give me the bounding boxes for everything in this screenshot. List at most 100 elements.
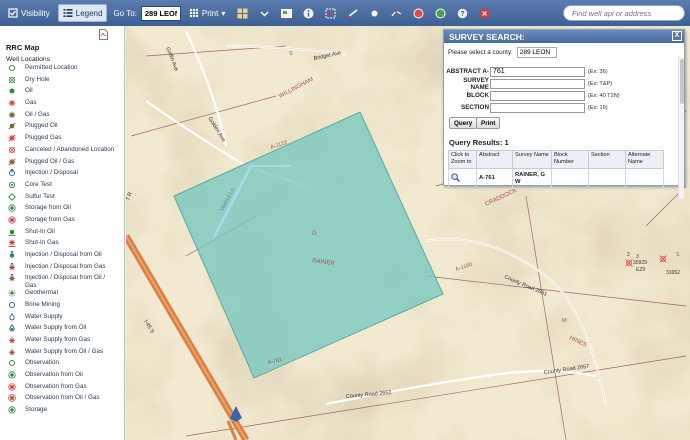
circle-outline-icon	[8, 64, 16, 72]
block-row: BLOCK (Ex: 40 T2N)	[444, 90, 620, 101]
legend-title: RRC Map	[6, 43, 40, 52]
info-icon	[303, 8, 314, 18]
legend-item: Shut-In Gas	[0, 239, 124, 251]
abstract-label: ABSTRACT A-	[446, 68, 489, 75]
pdf-icon[interactable]	[99, 29, 108, 40]
well-marker[interactable]	[625, 259, 633, 267]
legend-item: Water Supply from Oil / Gas	[0, 348, 124, 360]
legend-item: Oil / Gas	[0, 111, 124, 123]
well-sub-label: EZ9	[636, 267, 645, 273]
query-results-heading: Query Results: 1	[449, 138, 509, 147]
list-icon	[63, 9, 73, 17]
draw-point-button[interactable]	[365, 4, 383, 22]
well-number-label: 2	[627, 252, 630, 258]
drop-dot-star-icon	[8, 348, 16, 356]
legend-item-label: Geothermal	[25, 289, 58, 297]
draw-line-button[interactable]	[387, 4, 405, 22]
alternate-name-cell	[625, 168, 664, 189]
legend-item: Plugged Oil / Gas	[0, 158, 124, 170]
survey-label-g: G	[312, 231, 317, 237]
section-label: SECTION	[461, 104, 489, 111]
star-slash-icon	[8, 134, 16, 142]
legend-item-label: Canceled / Abandoned Location	[25, 145, 115, 153]
legend-item-label: Injection / Disposal from Gas	[25, 262, 106, 270]
legend-item: Injection / Disposal	[0, 169, 124, 181]
buffer-tool-button[interactable]	[409, 4, 427, 22]
legend-item-label: Storage from Oil	[25, 204, 71, 212]
print-icon	[189, 8, 199, 18]
print-button[interactable]: Print ▾	[185, 4, 229, 22]
locate-tool-button[interactable]	[431, 4, 449, 22]
table-row[interactable]: A-761 RAINER, G W	[448, 168, 664, 189]
block-input[interactable]	[490, 90, 585, 101]
section-input[interactable]	[490, 102, 585, 113]
legend-item-label: Injection / Disposal from Oil / Gas	[25, 274, 106, 289]
dropdown-tool-button[interactable]	[255, 4, 273, 22]
legend-item-label: Water Supply	[25, 312, 63, 320]
legend-item-label: Observation	[25, 359, 59, 367]
goto-input[interactable]	[140, 5, 181, 21]
circle-dot-icon	[8, 181, 16, 189]
circle-outline-cross-icon	[8, 146, 16, 154]
print-label: Print	[201, 8, 219, 18]
legend-button[interactable]: Legend	[57, 4, 108, 22]
county-select[interactable]	[516, 46, 557, 58]
column-header: Survey Name	[512, 150, 552, 169]
legend-item-label: Oil	[25, 87, 33, 95]
help-button[interactable]: ?	[453, 4, 471, 22]
legend-item-label: Oil / Gas	[25, 110, 50, 118]
overview-tool-button[interactable]	[277, 4, 295, 22]
legend-item: Observation from Oil	[0, 371, 124, 383]
circle-outline-icon	[8, 359, 16, 367]
well-marker[interactable]	[659, 255, 667, 263]
visibility-button[interactable]: Visibility	[4, 4, 54, 22]
circle-outline-icon	[8, 301, 16, 309]
county-row: Please select a county:	[448, 46, 680, 58]
ring-star-icon	[8, 383, 16, 391]
scrollbar-thumb[interactable]	[680, 59, 684, 104]
county-label: Please select a county:	[448, 48, 513, 56]
ring-star-icon	[8, 216, 16, 224]
grid-tool-button[interactable]	[233, 4, 251, 22]
arrow-dot-star-icon	[8, 274, 16, 282]
zoom-magnifier-icon[interactable]	[451, 172, 460, 182]
legend-item-label: Observation from Gas	[25, 382, 87, 390]
select-tool-button[interactable]	[321, 4, 339, 22]
star-icon	[8, 99, 16, 107]
survey-name-input[interactable]	[490, 78, 585, 89]
chevron-down-icon: ▾	[221, 8, 226, 18]
legend-item: Sulfur Test	[0, 193, 124, 205]
legend-item: Water Supply from Gas	[0, 336, 124, 348]
survey-label-m: M	[562, 318, 567, 324]
survey-name-label: SURVEY NAME	[463, 76, 489, 91]
legend-item: Observation from Oil / Gas	[0, 394, 124, 406]
well-search-input[interactable]	[563, 5, 685, 21]
legend-panel: RRC Map Well Locations Permitted Locatio…	[0, 26, 125, 440]
identify-tool-button[interactable]	[299, 4, 317, 22]
sun-icon	[8, 289, 16, 297]
drop-star-icon	[8, 336, 16, 344]
measure-tool-button[interactable]	[343, 4, 361, 22]
legend-item: Shut-In Oil	[0, 228, 124, 240]
clear-button[interactable]	[475, 4, 493, 22]
dialog-header[interactable]: SURVEY SEARCH: X	[444, 30, 684, 43]
query-button[interactable]: Query	[449, 117, 478, 129]
legend-item: Permitted Location	[0, 64, 124, 76]
dialog-scrollbar[interactable]	[678, 57, 684, 199]
dot-slash-icon	[8, 122, 16, 130]
survey-name-hint: (Ex: T&P)	[588, 80, 613, 87]
print-results-button[interactable]: Print	[476, 117, 501, 129]
legend-item-label: Injection / Disposal	[25, 169, 78, 177]
arrow-star-icon	[8, 262, 16, 271]
abstract-input[interactable]	[490, 66, 585, 77]
layers-icon	[8, 8, 18, 18]
column-header: Block Number	[551, 150, 589, 169]
diamond-icon	[8, 192, 16, 201]
zoom-to-cell[interactable]	[448, 168, 477, 189]
survey-name-row: SURVEY NAME (Ex: T&P)	[444, 76, 613, 91]
arrow-dot-icon	[8, 251, 16, 259]
dialog-close-button[interactable]: X	[672, 31, 682, 41]
ring-dot-star-icon	[8, 394, 16, 403]
legend-label: Legend	[75, 8, 103, 18]
locate-icon	[435, 8, 446, 18]
